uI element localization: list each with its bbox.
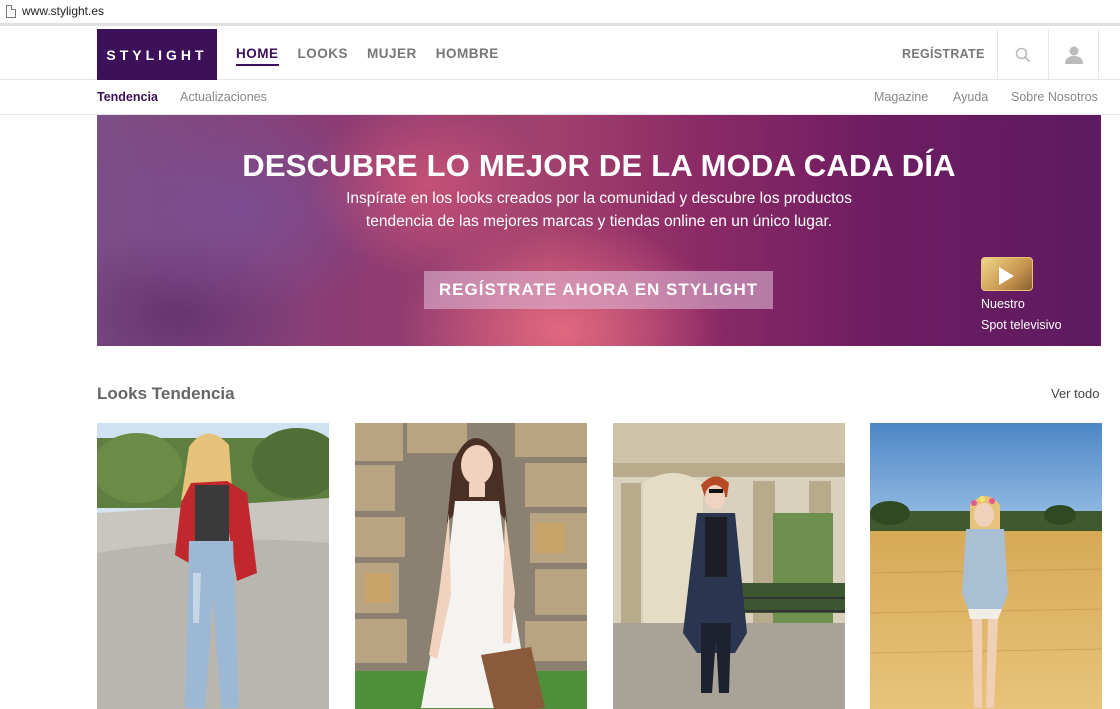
video-thumbnail[interactable] [981,257,1033,291]
hero-banner: DESCUBRE LO MEJOR DE LA MODA CADA DÍA In… [97,115,1101,346]
tv-spot-video-link[interactable]: Nuestro Spot televisivo [981,257,1091,336]
video-label-line1: Nuestro [981,297,1025,311]
register-link[interactable]: REGÍSTRATE [902,47,985,61]
subnav-tendencia[interactable]: Tendencia [97,90,158,104]
nav-looks[interactable]: LOOKS [298,46,349,66]
looks-grid [97,423,1107,709]
look-card[interactable] [613,423,845,709]
subnav-ayuda[interactable]: Ayuda [953,90,988,104]
look-image[interactable] [613,423,845,709]
nav-hombre[interactable]: HOMBRE [436,46,499,66]
subnav-sobre-nosotros[interactable]: Sobre Nosotros [1011,90,1098,104]
hero-title: DESCUBRE LO MEJOR DE LA MODA CADA DÍA [242,148,956,183]
subnav-actualizaciones[interactable]: Actualizaciones [180,90,267,104]
search-button[interactable] [997,29,1048,80]
user-icon [1064,46,1083,64]
video-label-line2: Spot televisivo [981,318,1062,332]
nav-mujer[interactable]: MUJER [367,46,417,66]
look-image[interactable] [355,423,587,709]
sub-nav: Tendencia Actualizaciones Magazine Ayuda… [0,81,1120,115]
look-card[interactable] [870,423,1102,709]
page-icon [6,5,16,18]
subnav-magazine[interactable]: Magazine [874,90,928,104]
section-title: Looks Tendencia [97,384,235,403]
search-icon [1015,47,1031,62]
main-nav: HOME LOOKS MUJER HOMBRE [236,46,499,66]
hero-subtitle: Inspírate en los looks creados por la co… [346,190,852,230]
look-image[interactable] [870,423,1102,709]
look-image[interactable] [97,423,329,709]
register-now-button[interactable]: REGÍSTRATE AHORA EN STYLIGHT [424,271,773,309]
browser-url-bar[interactable]: www.stylight.es [0,0,1120,26]
look-card[interactable] [355,423,587,709]
see-all-link[interactable]: Ver todo [1051,386,1099,401]
url-text[interactable]: www.stylight.es [22,4,104,18]
stylight-logo[interactable]: STYLIGHT [97,29,217,80]
nav-home[interactable]: HOME [236,46,279,66]
site-header: STYLIGHT HOME LOOKS MUJER HOMBRE REGÍSTR… [0,29,1120,80]
user-button[interactable] [1048,29,1099,80]
look-card[interactable] [97,423,329,709]
play-icon [999,267,1014,285]
